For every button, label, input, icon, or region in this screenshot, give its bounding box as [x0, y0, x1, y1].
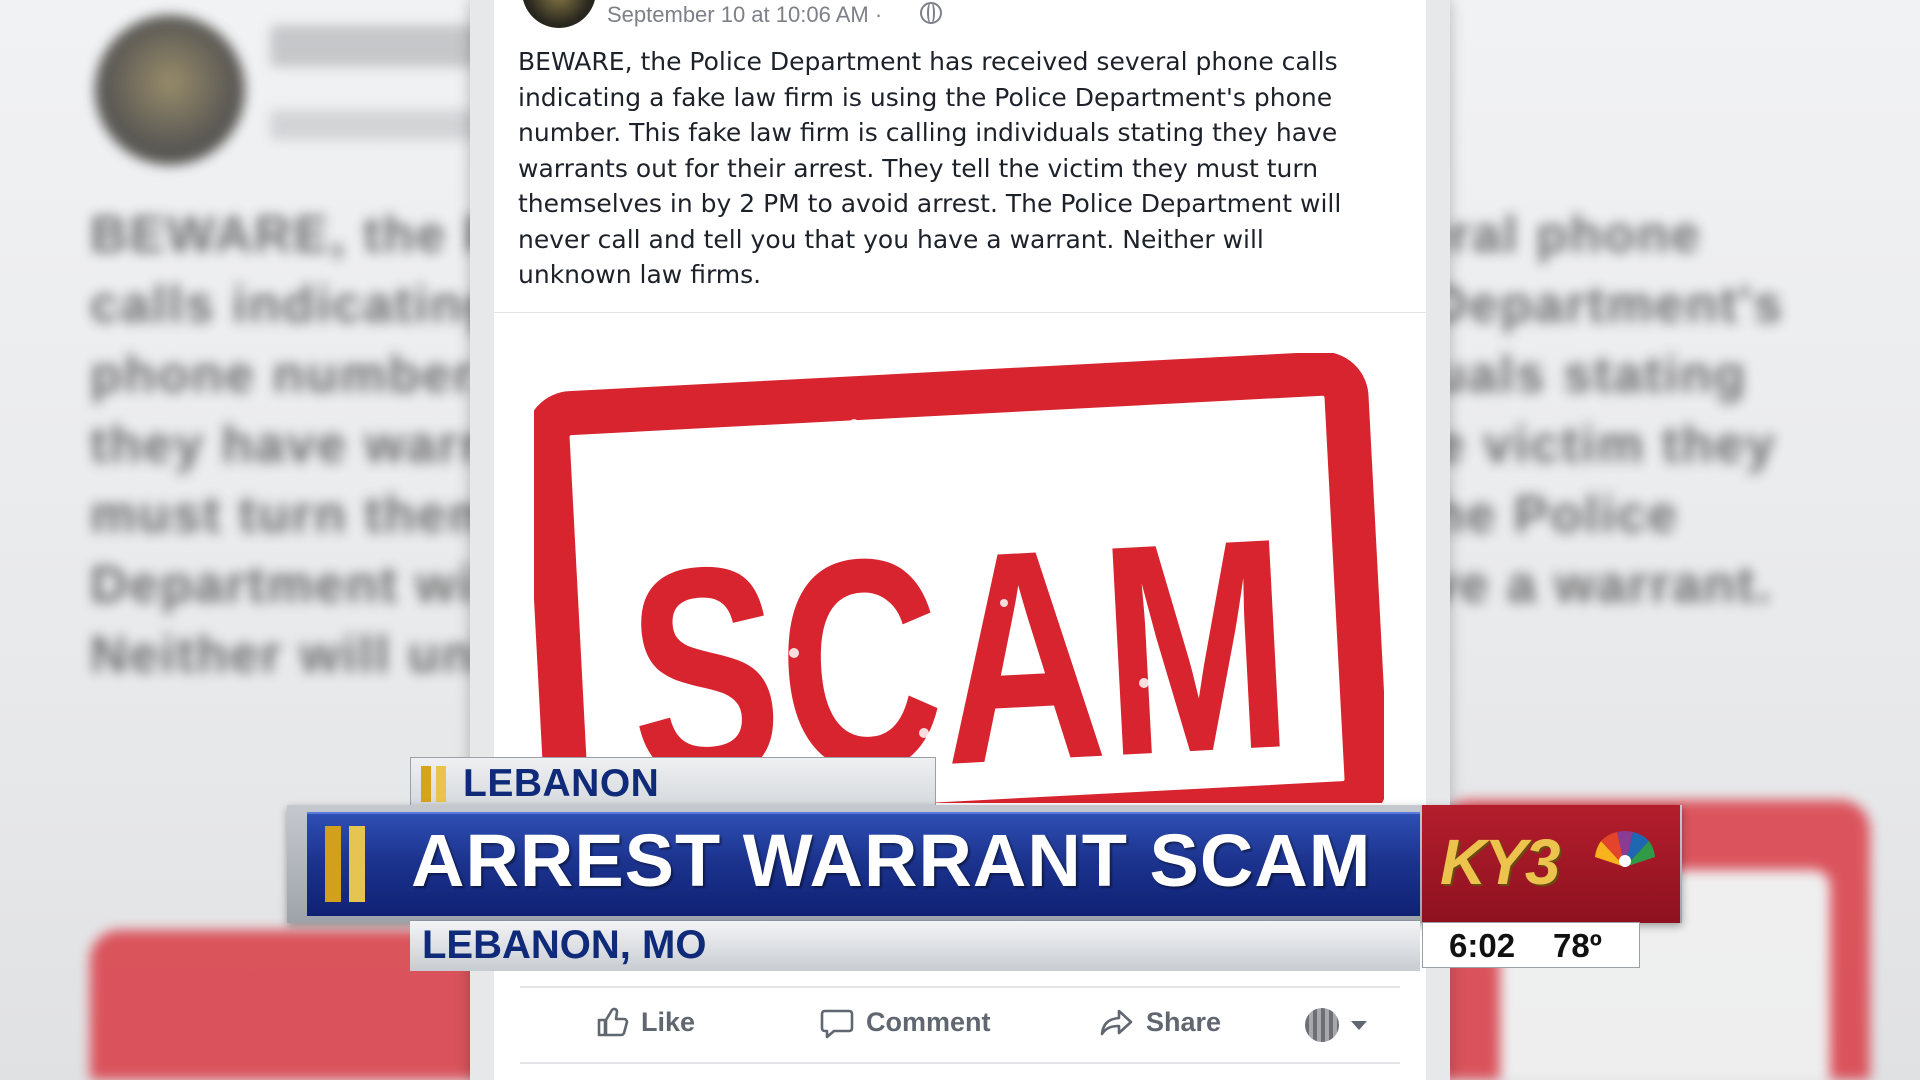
share-label: Share [1146, 1006, 1222, 1037]
station-logo-panel: KY3 [1422, 805, 1680, 923]
caret-down-icon [1351, 1020, 1367, 1030]
scam-stamp-text: SCAM [621, 474, 1298, 803]
like-button[interactable]: Like [595, 1005, 695, 1039]
share-arrow-icon [1100, 1009, 1133, 1036]
comment-icon [820, 1009, 854, 1039]
action-divider-bottom [520, 1062, 1400, 1064]
comment-label: Comment [866, 1006, 991, 1037]
temperature-display: 78º [1553, 927, 1602, 964]
page-avatar[interactable] [522, 0, 596, 28]
headline-bars-decoration [325, 826, 365, 902]
thumbs-up-icon [597, 1007, 629, 1037]
location-text: LEBANON, MO [422, 923, 707, 967]
peacock-icon [1595, 830, 1655, 867]
source-banner: LEBANON PD/FACEBOOK [410, 757, 936, 849]
source-bars-decoration [421, 766, 446, 802]
headline-banner: ARREST WARRANT SCAM [307, 812, 1420, 916]
action-divider-top [520, 986, 1400, 988]
location-bar: LEBANON, MO [410, 920, 1420, 971]
scam-stamp-image: SCAM [534, 353, 1384, 803]
audience-selector[interactable] [1305, 1008, 1367, 1042]
post-image[interactable]: SCAM [494, 312, 1426, 803]
like-label: Like [641, 1006, 696, 1037]
blurred-avatar [95, 15, 245, 165]
share-button[interactable]: Share [1100, 1005, 1221, 1039]
profile-avatar-icon [1305, 1008, 1339, 1042]
post-timestamp[interactable]: September 10 at 10:06 AM · [607, 2, 882, 28]
time-display: 6:02 [1449, 927, 1516, 964]
time-temperature-box: 6:02 78º [1422, 922, 1640, 968]
post-body-text: BEWARE, the Police Department has receiv… [518, 47, 1342, 289]
comment-button[interactable]: Comment [820, 1005, 991, 1039]
headline-text: ARREST WARRANT SCAM [411, 819, 1372, 902]
blurred-subtitle [270, 110, 480, 140]
globe-icon [920, 2, 942, 24]
station-logo: KY3 [1440, 826, 1560, 898]
